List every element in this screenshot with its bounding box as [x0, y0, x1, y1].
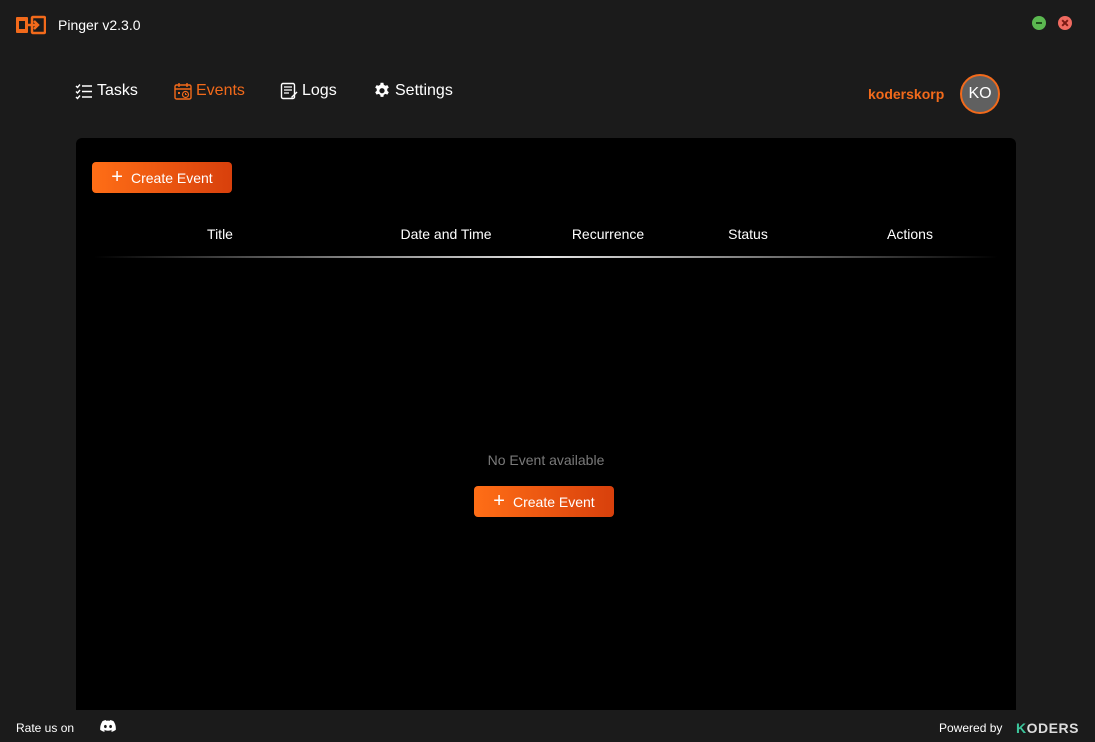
- calendar-clock-icon: [174, 83, 192, 100]
- koders-logo-k: K: [1016, 720, 1027, 736]
- discord-icon[interactable]: [100, 720, 116, 733]
- create-event-label: Create Event: [512, 493, 595, 510]
- nav-tab-tasks[interactable]: Tasks: [75, 82, 138, 100]
- app-title: Pinger v2.3.0: [58, 17, 141, 33]
- column-header-date-time[interactable]: Date and Time: [400, 226, 491, 242]
- nav-tab-events[interactable]: Events: [174, 82, 245, 100]
- empty-state-create-event-button[interactable]: + Create Event: [474, 486, 614, 517]
- create-event-label: Create Event: [130, 169, 213, 186]
- rate-us-text: Rate us on: [16, 721, 75, 735]
- minimize-button[interactable]: [1032, 16, 1046, 30]
- nav-tab-logs[interactable]: Logs: [280, 82, 337, 100]
- column-header-recurrence[interactable]: Recurrence: [572, 226, 644, 242]
- column-header-status[interactable]: Status: [728, 226, 768, 242]
- nav-tab-label: Events: [196, 82, 245, 99]
- nav-tab-settings[interactable]: Settings: [373, 82, 453, 100]
- close-button[interactable]: [1058, 16, 1072, 30]
- tasks-list-icon: [75, 84, 92, 100]
- koders-logo[interactable]: KODERS: [1016, 720, 1079, 736]
- empty-state-message: No Event available: [487, 452, 605, 468]
- plus-icon: +: [493, 489, 505, 512]
- footer: Rate us on Powered by KODERS: [0, 710, 1095, 742]
- column-header-actions: Actions: [887, 226, 933, 242]
- table-header-divider: [94, 256, 998, 258]
- events-panel: + Create Event Title Date and Time Recur…: [76, 138, 1016, 710]
- koders-logo-rest: ODERS: [1026, 720, 1079, 736]
- logs-document-icon: [280, 82, 298, 100]
- avatar[interactable]: KO: [960, 74, 1000, 114]
- gear-icon: [375, 82, 389, 97]
- plus-icon: +: [111, 165, 123, 188]
- create-event-button[interactable]: + Create Event: [92, 162, 232, 193]
- title-bar: Pinger v2.3.0: [0, 0, 1095, 50]
- column-header-title[interactable]: Title: [207, 226, 233, 242]
- events-table-header: Title Date and Time Recurrence Status Ac…: [76, 226, 1016, 246]
- nav-tab-label: Logs: [302, 82, 337, 99]
- pinger-logo-icon: [16, 15, 46, 35]
- nav-tab-label: Tasks: [97, 82, 138, 99]
- powered-by-text: Powered by: [939, 721, 1003, 735]
- user-name[interactable]: koderskorp: [868, 86, 944, 102]
- nav-tab-label: Settings: [395, 82, 453, 99]
